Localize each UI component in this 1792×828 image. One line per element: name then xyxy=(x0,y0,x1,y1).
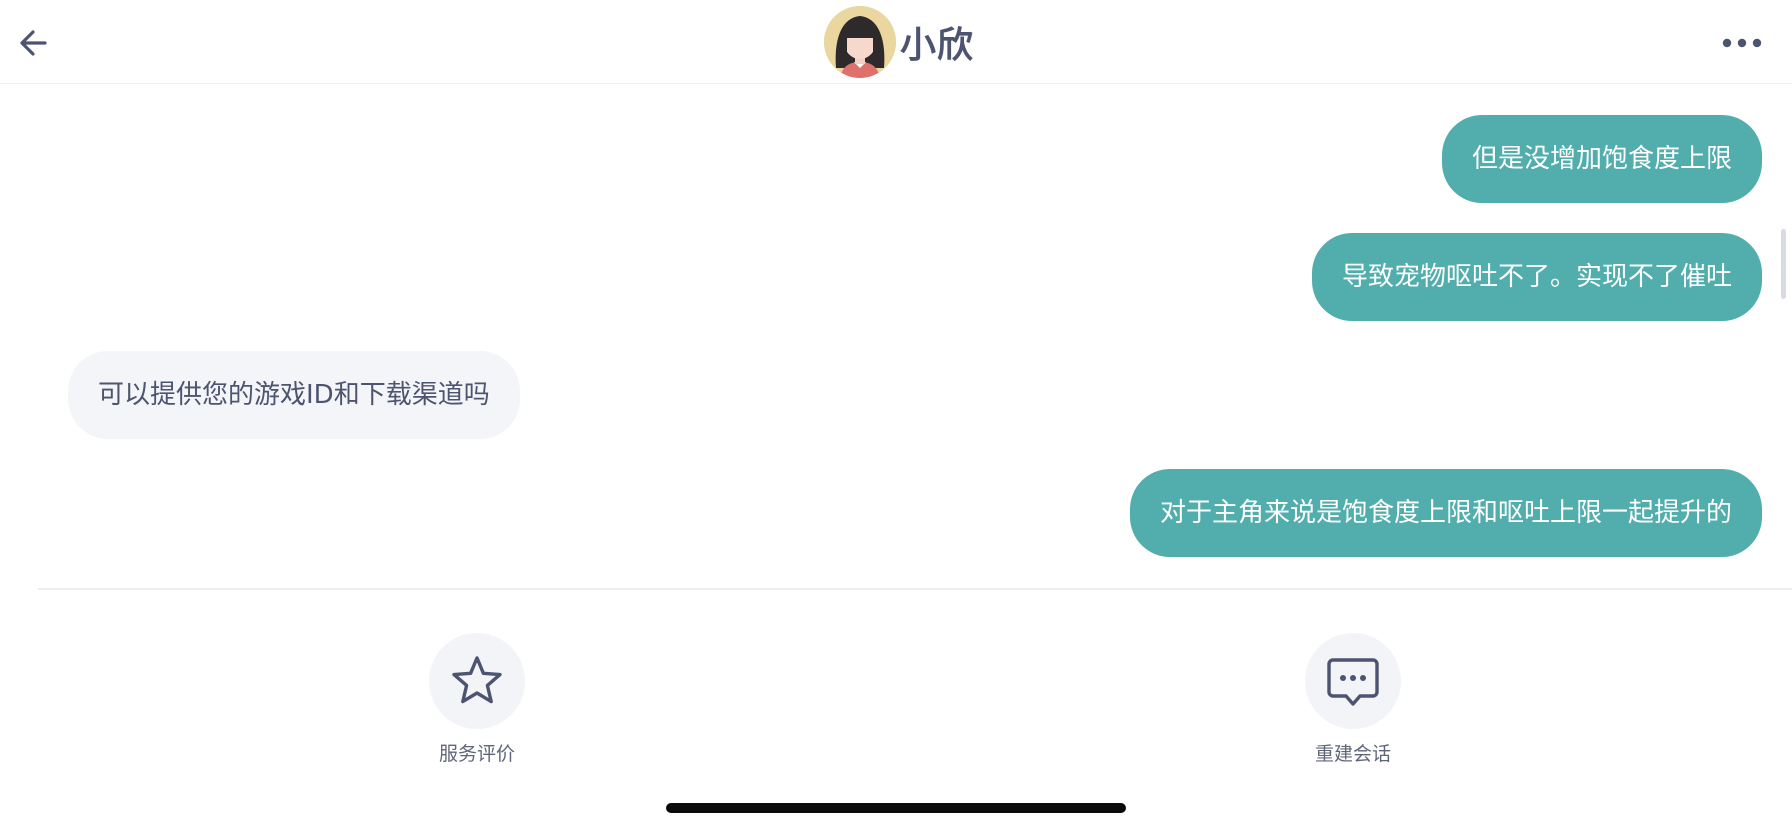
chat-title-group: 小欣 xyxy=(824,6,974,78)
service-rating-label: 服务评价 xyxy=(438,743,515,765)
star-icon xyxy=(452,656,502,704)
chat-screen: 小欣 但是没增加饱食度上限 导致宠物呕吐不了。实现不了催吐 可以提供您的游戏ID… xyxy=(0,0,1792,828)
more-button[interactable] xyxy=(1718,26,1766,60)
service-rating-button[interactable]: 服务评价 xyxy=(417,633,537,766)
message-bubble-outgoing[interactable]: 导致宠物呕吐不了。实现不了催吐 xyxy=(1311,233,1762,321)
avatar[interactable] xyxy=(824,6,896,78)
message-list[interactable]: 但是没增加饱食度上限 导致宠物呕吐不了。实现不了催吐 可以提供您的游戏ID和下载… xyxy=(0,85,1792,588)
chat-header: 小欣 xyxy=(0,0,1792,84)
chat-bubble-dots-icon xyxy=(1327,658,1379,706)
more-horizontal-icon xyxy=(1722,38,1762,48)
arrow-left-icon xyxy=(20,30,47,56)
chat-title: 小欣 xyxy=(900,25,975,66)
restart-session-icon-circle[interactable] xyxy=(1305,633,1401,729)
service-rating-icon-circle[interactable] xyxy=(429,633,525,729)
scrollbar[interactable] xyxy=(1781,229,1786,299)
message-bubble-incoming[interactable]: 可以提供您的游戏ID和下载渠道吗 xyxy=(68,351,520,439)
back-button[interactable] xyxy=(14,24,52,62)
home-indicator[interactable] xyxy=(666,803,1126,813)
divider xyxy=(38,588,1792,590)
message-bubble-outgoing[interactable]: 对于主角来说是饱食度上限和呕吐上限一起提升的 xyxy=(1129,469,1762,557)
message-bubble-outgoing[interactable]: 但是没增加饱食度上限 xyxy=(1441,115,1762,203)
restart-session-button[interactable]: 重建会话 xyxy=(1293,633,1413,766)
restart-session-label: 重建会话 xyxy=(1314,743,1391,765)
